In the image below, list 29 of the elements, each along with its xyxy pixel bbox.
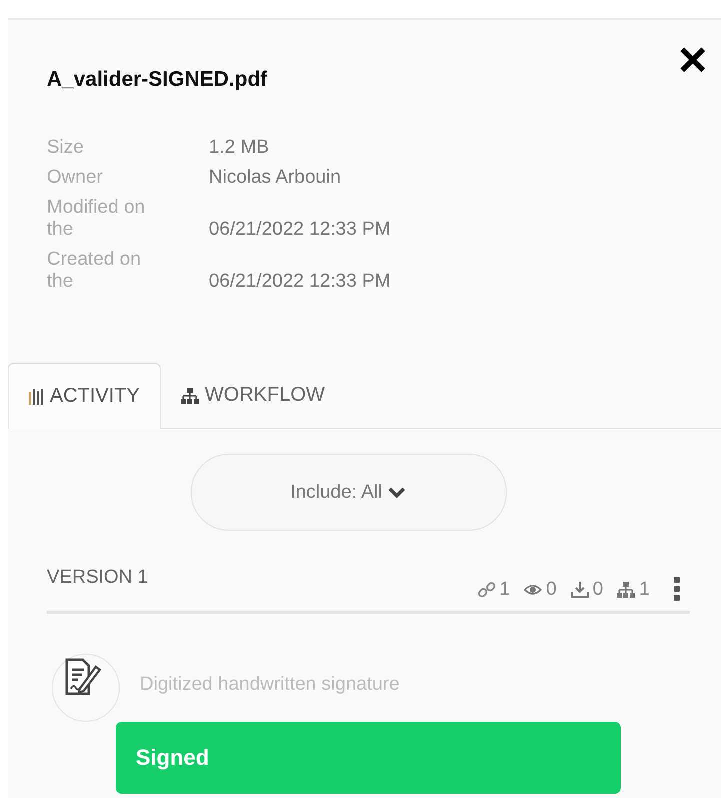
sitemap-icon [181, 388, 200, 404]
version-title: VERSION 1 [47, 567, 148, 589]
bar-chart-icon [29, 388, 44, 404]
stat-count: 1 [639, 579, 650, 601]
download-icon [570, 582, 589, 598]
file-title: A_valider-SIGNED.pdf [47, 68, 268, 92]
tab[interactable]: WORKFLOW [161, 363, 346, 429]
close-icon[interactable] [679, 46, 707, 74]
stat-count: 1 [500, 579, 510, 601]
detail-value: 06/21/2022 12:33 PM [209, 219, 392, 241]
detail-label: Size [47, 137, 85, 159]
eye-icon [524, 582, 542, 598]
sitemap-icon [617, 582, 636, 598]
activity-description: Digitized handwritten signature [140, 674, 401, 697]
stat-count: 0 [546, 579, 557, 601]
detail-label: Owner [47, 167, 104, 189]
detail-label: Modified on the [47, 197, 146, 241]
detail-value: 1.2 MB [209, 137, 270, 159]
include-dropdown[interactable]: Include: All [190, 454, 506, 531]
more-icon[interactable] [674, 577, 680, 601]
status-banner: Signed [116, 722, 621, 794]
signed-document-icon [63, 658, 103, 696]
detail-label: Created on the [47, 249, 142, 293]
detail-value: 06/21/2022 12:33 PM [209, 271, 392, 293]
tab[interactable]: ACTIVITY [8, 363, 162, 429]
stat-count: 0 [592, 579, 604, 601]
detail-value: Nicolas Arbouin [209, 167, 342, 189]
link-icon [478, 582, 496, 598]
chevron-down-icon [388, 486, 406, 499]
